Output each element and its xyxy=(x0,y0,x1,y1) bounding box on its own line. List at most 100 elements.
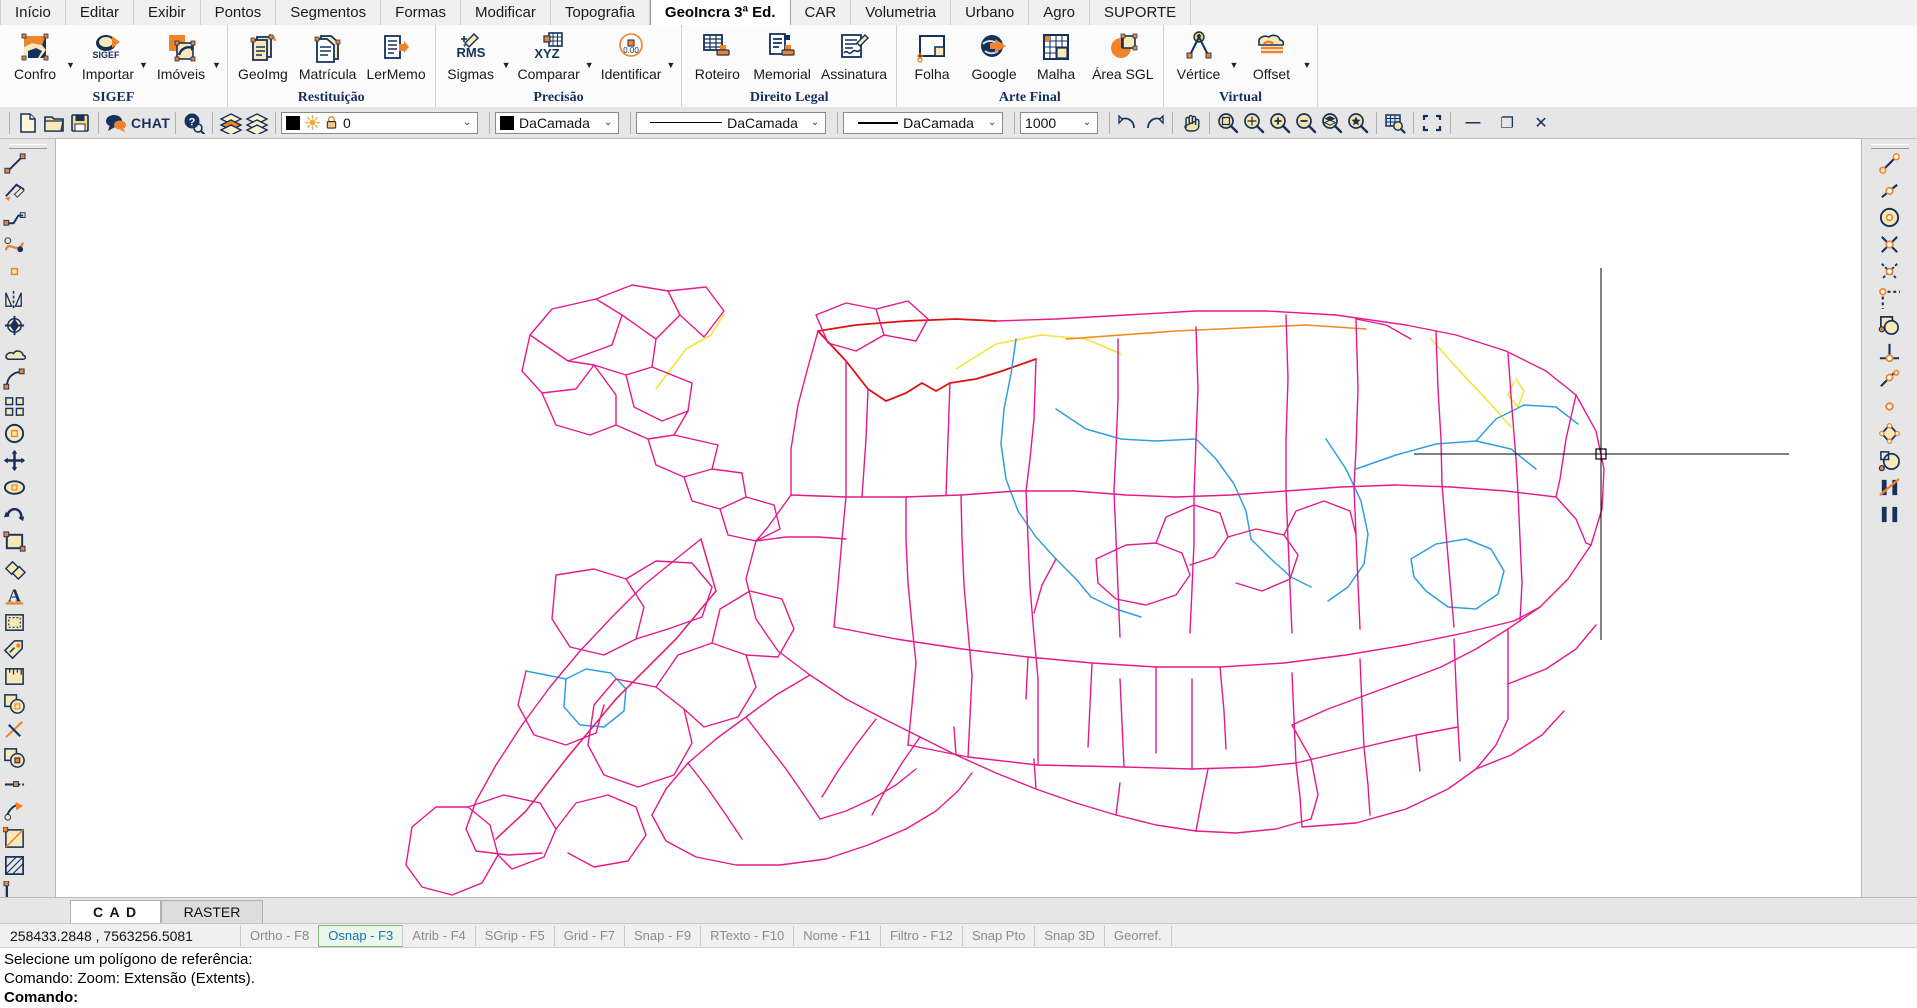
ribbon-button-assinatura[interactable]: Assinatura xyxy=(816,27,892,82)
status-toggle-snap-3d[interactable]: Snap 3D xyxy=(1034,926,1105,946)
osnap-intersection-icon[interactable] xyxy=(1862,231,1917,258)
menu-item-urbano[interactable]: Urbano xyxy=(951,0,1029,25)
menu-item-segmentos[interactable]: Segmentos xyxy=(276,0,381,25)
osnap-nearest-icon[interactable] xyxy=(1862,447,1917,474)
menu-item-topografia[interactable]: Topografia xyxy=(551,0,650,25)
undo-icon[interactable] xyxy=(1115,110,1141,136)
zoom-in-icon[interactable] xyxy=(1267,110,1293,136)
chat-button[interactable]: CHAT xyxy=(104,112,170,134)
ribbon-button-folha[interactable]: Folha xyxy=(901,27,963,82)
osnap-tangent-icon[interactable] xyxy=(1862,366,1917,393)
lineweight-combo[interactable]: DaCamada ⌄ xyxy=(843,112,1003,134)
ribbon-dropdown-chevron-down-icon[interactable]: ▼ xyxy=(666,47,675,70)
osnap-node-icon[interactable] xyxy=(1862,393,1917,420)
text-tool[interactable]: A xyxy=(0,582,28,609)
ribbon-button-roteiro[interactable]: Roteiro xyxy=(686,27,748,82)
view-tab-cad[interactable]: C A D xyxy=(70,900,161,923)
ribbon-button-malha[interactable]: Malha xyxy=(1025,27,1087,82)
osnap-none-icon[interactable] xyxy=(1862,501,1917,528)
zoom-extents-icon[interactable] xyxy=(1241,110,1267,136)
mirror-tool[interactable] xyxy=(0,285,28,312)
osnap-endpoint-icon[interactable] xyxy=(1862,150,1917,177)
menu-item-volumetria[interactable]: Volumetria xyxy=(851,0,951,25)
layers-icon[interactable] xyxy=(244,110,270,136)
open-folder-icon[interactable] xyxy=(41,110,67,136)
command-line-area[interactable]: Selecione um polígono de referência:Coma… xyxy=(0,947,1917,1008)
pan-hand-icon[interactable] xyxy=(1178,110,1204,136)
close-button[interactable]: ✕ xyxy=(1524,110,1558,136)
tag-tool[interactable] xyxy=(0,636,28,663)
status-toggle-sgrip-f5[interactable]: SGrip - F5 xyxy=(475,926,555,946)
hatch-circle-tool[interactable] xyxy=(0,690,28,717)
arc-tool[interactable] xyxy=(0,366,28,393)
color-combo[interactable]: DaCamada ⌄ xyxy=(495,112,619,134)
menu-item-car[interactable]: CAR xyxy=(791,0,852,25)
fill-circle-tool[interactable] xyxy=(0,744,28,771)
new-file-icon[interactable] xyxy=(15,110,41,136)
menu-item-in-cio[interactable]: Início xyxy=(0,0,66,25)
osnap-midpoint-icon[interactable] xyxy=(1862,177,1917,204)
menu-item-geoincra-3-ed[interactable]: GeoIncra 3ª Ed. xyxy=(650,0,791,26)
menu-item-suporte[interactable]: SUPORTE xyxy=(1090,0,1191,25)
status-toggle-georref[interactable]: Georref. xyxy=(1104,926,1172,946)
status-toggle-ortho-f8[interactable]: Ortho - F8 xyxy=(240,926,319,946)
menu-item-editar[interactable]: Editar xyxy=(66,0,134,25)
ribbon-button-im-veis[interactable]: Imóveis xyxy=(150,27,212,82)
trim-tool[interactable] xyxy=(0,717,28,744)
status-toggle-filtro-f12[interactable]: Filtro - F12 xyxy=(880,926,963,946)
layer-combo[interactable]: 0 ⌄ xyxy=(281,112,478,134)
explode-tool[interactable] xyxy=(0,825,28,852)
menu-item-modificar[interactable]: Modificar xyxy=(461,0,551,25)
ribbon-button-confro[interactable]: Confro xyxy=(4,27,66,82)
osnap-quadrant-icon[interactable] xyxy=(1862,312,1917,339)
rectangle-tool[interactable] xyxy=(0,528,28,555)
ribbon-button-comparar[interactable]: XYZComparar xyxy=(513,27,585,82)
point-tool[interactable] xyxy=(0,258,28,285)
extend-tool[interactable] xyxy=(0,771,28,798)
save-icon[interactable] xyxy=(67,110,93,136)
ribbon-button-importar[interactable]: SIGEFImportar xyxy=(77,27,139,82)
fullscreen-icon[interactable] xyxy=(1419,110,1445,136)
linetype-combo-chevron-down-icon[interactable]: ⌄ xyxy=(807,117,823,128)
crosshatch-tool[interactable] xyxy=(0,852,28,879)
node-tool[interactable] xyxy=(0,312,28,339)
ribbon-dropdown-chevron-down-icon[interactable]: ▼ xyxy=(139,47,148,70)
ribbon-dropdown-chevron-down-icon[interactable]: ▼ xyxy=(66,47,75,70)
ribbon-button-memorial[interactable]: Memorial xyxy=(748,27,816,82)
menu-item-exibir[interactable]: Exibir xyxy=(134,0,201,25)
zoom-layers-icon[interactable] xyxy=(1319,110,1345,136)
circle-tool[interactable] xyxy=(0,420,28,447)
ribbon-button-lermemo[interactable]: LerMemo xyxy=(361,27,430,82)
osnap-extension-icon[interactable] xyxy=(1862,285,1917,312)
ribbon-button-geoimg[interactable]: GeoImg xyxy=(232,27,294,82)
osnap-insert-icon[interactable] xyxy=(1862,420,1917,447)
restore-button[interactable]: ❐ xyxy=(1490,110,1524,136)
status-toggle-snap-pto[interactable]: Snap Pto xyxy=(962,926,1036,946)
polyline-edit-tool[interactable] xyxy=(0,177,28,204)
rail-grip[interactable] xyxy=(0,143,55,150)
menu-item-formas[interactable]: Formas xyxy=(381,0,461,25)
menu-item-agro[interactable]: Agro xyxy=(1029,0,1090,25)
line-tool[interactable] xyxy=(0,150,28,177)
ribbon-button-v-rtice[interactable]: Vértice xyxy=(1168,27,1230,82)
ribbon-dropdown-chevron-down-icon[interactable]: ▼ xyxy=(585,47,594,70)
scale-combo-chevron-down-icon[interactable]: ⌄ xyxy=(1079,117,1095,128)
lineweight-combo-chevron-down-icon[interactable]: ⌄ xyxy=(984,117,1000,128)
polyline-tool[interactable] xyxy=(0,204,28,231)
osnap-center-icon[interactable] xyxy=(1862,204,1917,231)
status-toggle-atrib-f4[interactable]: Atrib - F4 xyxy=(402,926,475,946)
copy-tool[interactable] xyxy=(0,555,28,582)
ribbon-dropdown-chevron-down-icon[interactable]: ▼ xyxy=(212,47,221,70)
status-toggle-snap-f9[interactable]: Snap - F9 xyxy=(624,926,701,946)
revision-tool[interactable] xyxy=(0,798,28,825)
zoom-previous-icon[interactable] xyxy=(1345,110,1371,136)
measure-tool[interactable] xyxy=(0,663,28,690)
layers-add-icon[interactable] xyxy=(218,110,244,136)
spline-tool[interactable] xyxy=(0,231,28,258)
ellipse-tool[interactable] xyxy=(0,474,28,501)
ribbon-button-offset[interactable]: Offset xyxy=(1240,27,1302,82)
array-tool[interactable] xyxy=(0,393,28,420)
ribbon-button-sigmas[interactable]: RMSSigmas xyxy=(440,27,502,82)
status-toggle-rtexto-f10[interactable]: RTexto - F10 xyxy=(700,926,794,946)
zoom-table-icon[interactable] xyxy=(1382,110,1408,136)
